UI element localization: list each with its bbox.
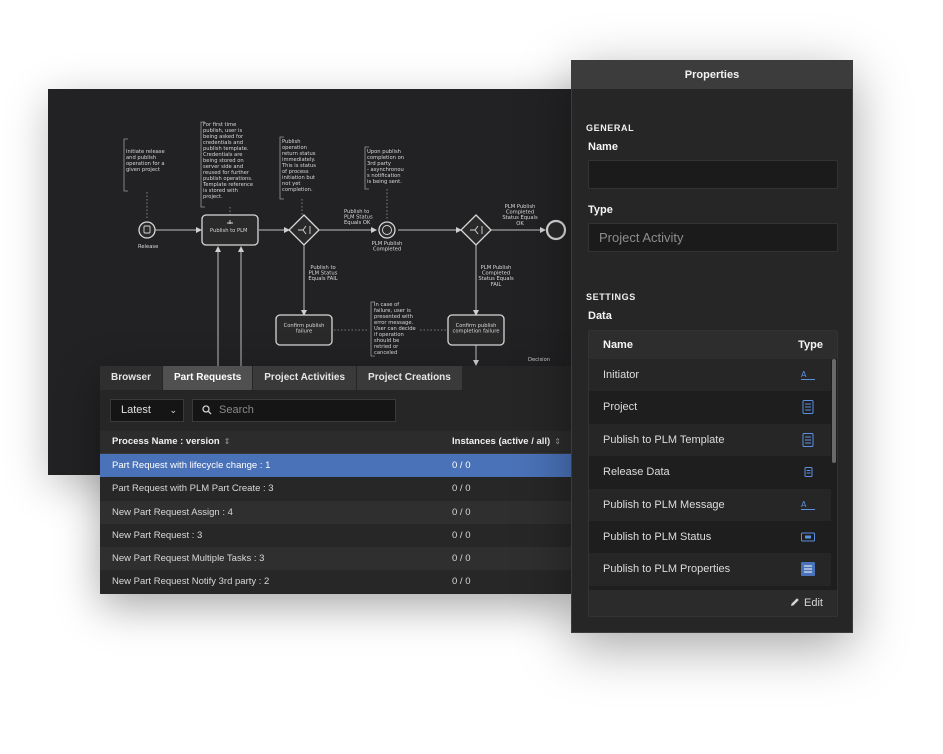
column-header-label: Instances (active / all) bbox=[452, 436, 551, 447]
svg-text:A: A bbox=[801, 500, 807, 509]
tab-browser[interactable]: Browser bbox=[100, 366, 164, 390]
table-row[interactable]: Part Request with PLM Part Create : 3 0 /… bbox=[100, 477, 573, 501]
tab-part-requests[interactable]: Part Requests bbox=[163, 366, 254, 390]
name-label: Name bbox=[588, 141, 618, 153]
process-browser-panel: Browser Part Requests Project Activities… bbox=[100, 366, 573, 594]
document-icon bbox=[800, 432, 816, 447]
table-row[interactable]: Part Request with lifecycle change : 1 0 … bbox=[100, 454, 573, 478]
data-row-name: Release Data bbox=[603, 466, 670, 479]
general-heading: GENERAL bbox=[586, 123, 635, 133]
annotation-text: In case of failure, user is presented with… bbox=[374, 302, 416, 356]
column-header-label: Process Name : version bbox=[112, 436, 220, 447]
data-row[interactable]: Project bbox=[589, 391, 831, 424]
annotation-text: Upon publish completion on 3rd party - asyn… bbox=[367, 149, 404, 185]
tab-project-activities[interactable]: Project Activities bbox=[253, 366, 358, 390]
text-field-icon: A bbox=[800, 498, 816, 512]
browser-tabs: Browser Part Requests Project Activities… bbox=[100, 366, 463, 390]
data-row[interactable]: Release Data bbox=[589, 456, 831, 489]
data-column-name: Name bbox=[603, 339, 633, 351]
tab-project-creations[interactable]: Project Creations bbox=[357, 366, 463, 390]
search-placeholder: Search bbox=[219, 404, 254, 416]
data-row[interactable]: Publish to PLM Properties bbox=[589, 553, 831, 586]
publish-task-label: Publish to PLM bbox=[210, 228, 248, 234]
search-icon bbox=[202, 405, 212, 415]
instances-cell: 0 / 0 bbox=[452, 529, 471, 541]
version-select[interactable]: Latest ⌄ bbox=[110, 399, 184, 422]
type-label: Type bbox=[588, 204, 613, 216]
confirm-completion-failure-label: Confirm publish completion failure bbox=[453, 323, 500, 335]
data-row[interactable]: Publish to PLM Status bbox=[589, 520, 831, 554]
process-list: Part Request with lifecycle change : 1 0 … bbox=[100, 454, 573, 594]
edit-button[interactable]: Edit bbox=[790, 590, 823, 616]
data-rows: Initiator A Project Publish to PLM Template… bbox=[589, 359, 837, 586]
process-name-cell: Part Request with PLM Part Create : 3 bbox=[112, 483, 274, 495]
status-box-icon bbox=[800, 530, 816, 544]
data-row-name: Initiator bbox=[603, 369, 640, 381]
table-row[interactable]: New Part Request Notify 3rd party : 2 0 /… bbox=[100, 570, 573, 594]
instances-cell: 0 / 0 bbox=[452, 576, 471, 588]
small-document-icon bbox=[800, 465, 816, 479]
data-row[interactable]: Publish to PLM Message A bbox=[589, 488, 831, 521]
process-name-cell: New Part Request Multiple Tasks : 3 bbox=[112, 553, 265, 565]
version-select-value: Latest bbox=[121, 404, 151, 416]
svg-text:A: A bbox=[801, 370, 807, 379]
instances-cell: 0 / 0 bbox=[452, 553, 471, 565]
process-name-cell: New Part Request Notify 3rd party : 2 bbox=[112, 576, 270, 588]
edit-label: Edit bbox=[804, 597, 823, 609]
instances-cell: 0 / 0 bbox=[452, 506, 471, 518]
sort-icon: ⇕ bbox=[554, 437, 561, 446]
status-ok-label: Publish to PLM Status Equals OK bbox=[344, 209, 373, 226]
instances-cell: 0 / 0 bbox=[452, 460, 471, 471]
properties-title: Properties bbox=[572, 61, 852, 89]
data-row-name: Publish to PLM Template bbox=[603, 433, 725, 446]
settings-heading: SETTINGS bbox=[586, 292, 636, 302]
data-row-name: Project bbox=[603, 401, 638, 414]
data-table-scrollbar[interactable] bbox=[832, 359, 836, 463]
data-table: Name Type Initiator A Project Publish to PL… bbox=[588, 330, 838, 617]
type-field: Project Activity bbox=[588, 223, 838, 252]
release-label: Release bbox=[138, 244, 158, 250]
text-field-icon: A bbox=[800, 368, 816, 382]
data-row-name: Publish to PLM Message bbox=[603, 498, 725, 511]
column-header-instances[interactable]: Instances (active / all) ⇕ bbox=[452, 431, 561, 453]
process-name-cell: New Part Request Assign : 4 bbox=[112, 506, 233, 518]
annotation-text: For first time publish, user is being aske… bbox=[202, 122, 253, 200]
status-fail-label: Publish to PLM Status Equals FAIL bbox=[308, 265, 337, 282]
chevron-down-icon: ⌄ bbox=[169, 405, 177, 415]
data-row-name: Publish to PLM Properties bbox=[603, 563, 731, 576]
pencil-icon bbox=[791, 598, 799, 606]
table-header: Process Name : version ⇕ Instances (activ… bbox=[100, 431, 573, 454]
sort-icon: ⇕ bbox=[223, 437, 231, 446]
table-row[interactable]: New Part Request Multiple Tasks : 3 0 / 0 bbox=[100, 547, 573, 571]
instances-cell: 0 / 0 bbox=[452, 483, 471, 495]
process-name-cell: New Part Request : 3 bbox=[112, 529, 203, 541]
data-row[interactable]: Publish to PLM Template bbox=[589, 423, 831, 457]
list-icon bbox=[800, 562, 816, 577]
search-input[interactable]: Search bbox=[192, 399, 396, 422]
data-column-type: Type bbox=[798, 339, 823, 351]
data-row-name: Publish to PLM Status bbox=[603, 530, 712, 543]
completed-ok-label: PLM Publish Completed Status Equals OK bbox=[502, 204, 538, 227]
data-label: Data bbox=[588, 310, 612, 322]
decision-label: Decision bbox=[528, 357, 550, 363]
data-table-header: Name Type bbox=[589, 331, 837, 359]
completed-event-label: PLM Publish Completed bbox=[372, 241, 403, 253]
name-input[interactable] bbox=[588, 160, 838, 189]
table-row[interactable]: New Part Request : 3 0 / 0 bbox=[100, 523, 573, 548]
process-name-cell: Part Request with lifecycle change : 1 bbox=[112, 460, 271, 471]
data-row[interactable]: Initiator A bbox=[589, 359, 831, 392]
table-row[interactable]: New Part Request Assign : 4 0 / 0 bbox=[100, 500, 573, 524]
document-icon bbox=[800, 400, 816, 415]
properties-panel: Properties GENERAL Name Type Project Act… bbox=[571, 60, 853, 633]
filter-row: Latest ⌄ Search bbox=[110, 399, 396, 422]
completed-fail-label: PLM Publish Completed Status Equals FAIL bbox=[478, 265, 514, 288]
annotation-text: Publish operation return status immediately… bbox=[281, 139, 316, 193]
column-header-process-name[interactable]: Process Name : version ⇕ bbox=[112, 431, 230, 453]
data-table-footer: Edit bbox=[589, 590, 837, 616]
annotation-text: Initiate release and publish operation for… bbox=[126, 149, 165, 173]
